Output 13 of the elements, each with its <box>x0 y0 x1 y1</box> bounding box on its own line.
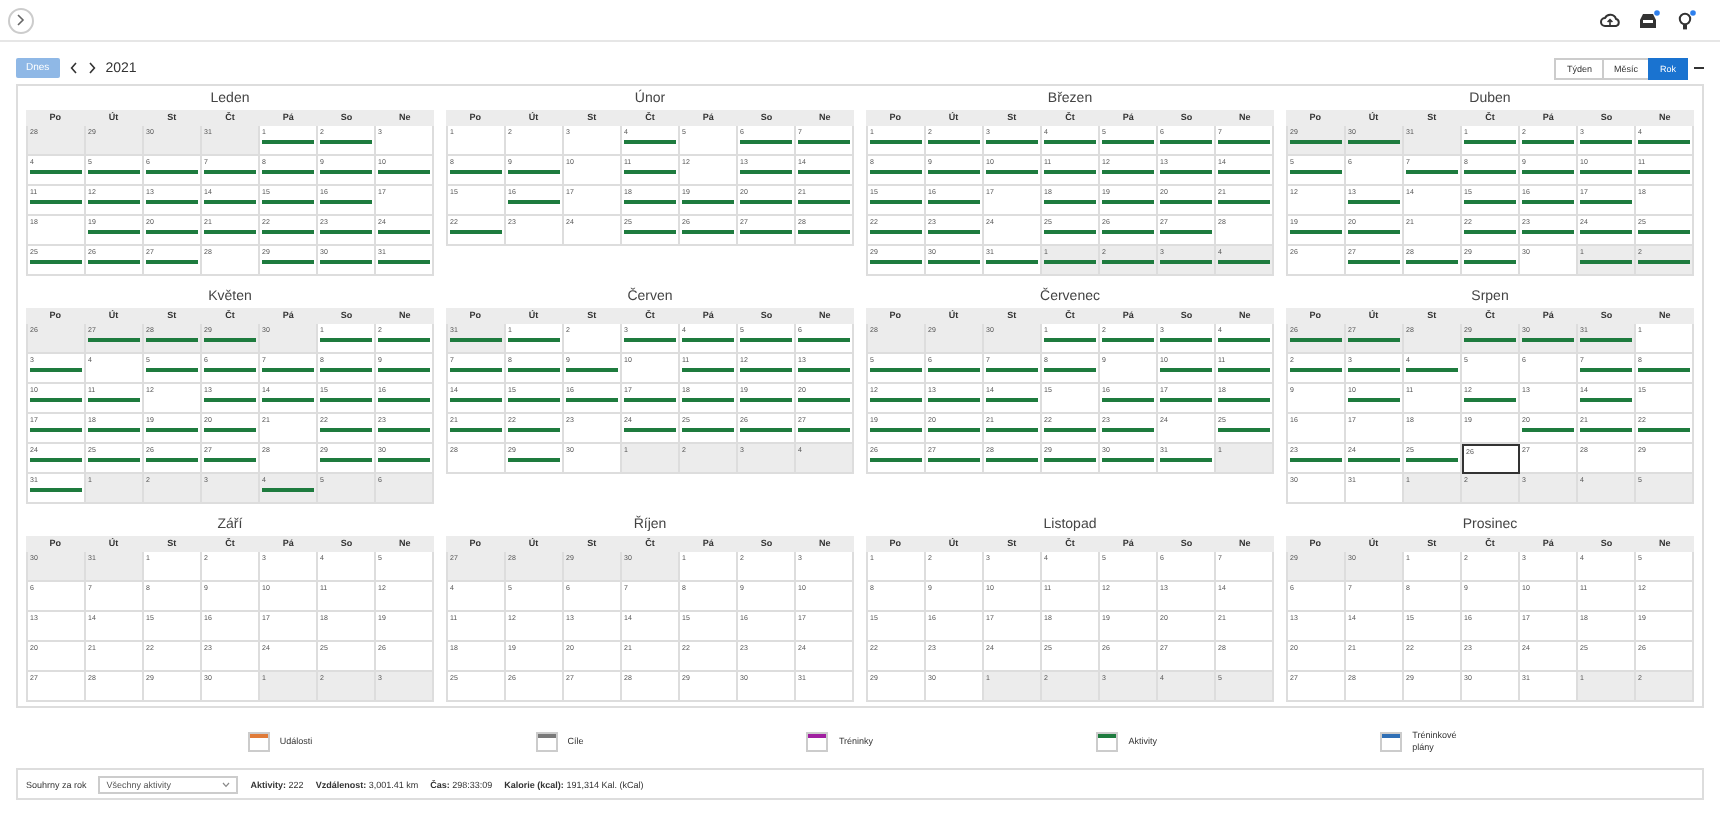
previous-icon[interactable] <box>69 62 78 74</box>
legend-swatch <box>1096 732 1119 752</box>
legend-swatch <box>806 732 829 752</box>
cloud-upload-icon[interactable] <box>1600 12 1620 28</box>
expand-button[interactable] <box>8 7 34 33</box>
legend-swatch <box>1380 732 1403 752</box>
legend-swatch <box>247 732 270 752</box>
inbox-icon[interactable] <box>1638 10 1660 30</box>
caret-icon[interactable] <box>222 781 231 787</box>
next-icon[interactable] <box>87 62 96 74</box>
chevron-icon[interactable] <box>16 14 26 26</box>
lightbulb-icon[interactable] <box>1678 9 1696 31</box>
legend-swatch <box>535 732 558 752</box>
